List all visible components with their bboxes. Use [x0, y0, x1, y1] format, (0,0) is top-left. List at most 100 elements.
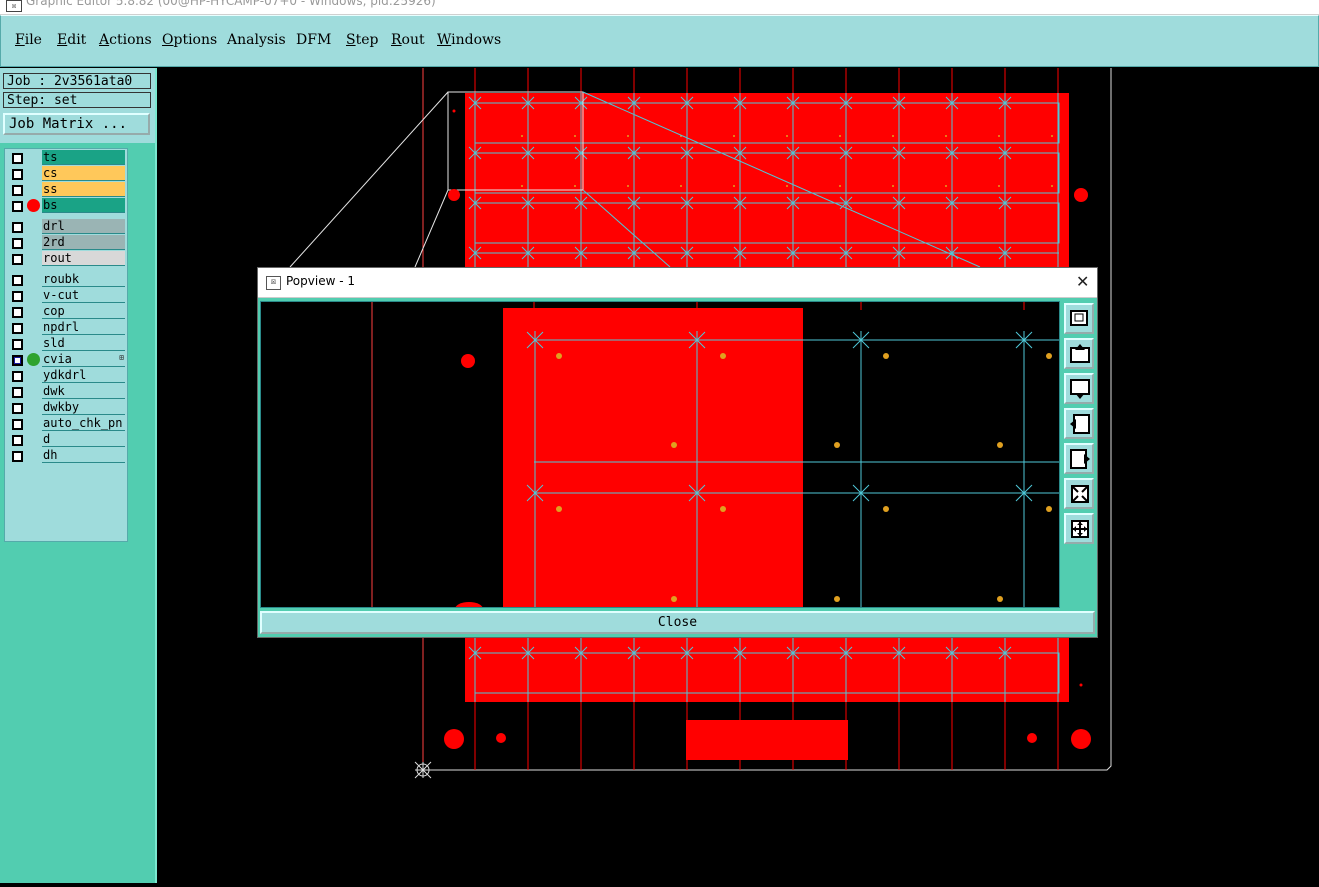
popview-app-icon: ☒	[266, 276, 281, 290]
layer-checkbox[interactable]	[12, 323, 23, 334]
pad-dot	[521, 135, 523, 137]
tooling-hole	[496, 733, 506, 743]
layer-row-bs[interactable]: bs	[7, 198, 126, 213]
window-titlebar: ☒ Graphic Editor 5.8.82 (00@HP-HYCAMP-07…	[0, 0, 1319, 15]
layer-row-drl[interactable]: drl	[7, 219, 126, 234]
layer-row-npdrl[interactable]: npdrl	[7, 320, 126, 335]
layer-checkbox[interactable]	[12, 403, 23, 414]
popview-titlebar[interactable]: ☒ Popview - 1 ✕	[258, 268, 1097, 298]
app-icon: ☒	[6, 0, 22, 12]
layer-name[interactable]: ydkdrl	[42, 368, 125, 383]
layer-name[interactable]: dwk	[42, 384, 125, 399]
layer-row-rout[interactable]: rout	[7, 251, 126, 266]
zoomed-pad-dot	[834, 596, 840, 602]
layer-checkbox[interactable]	[12, 153, 23, 164]
layer-name[interactable]: npdrl	[42, 320, 125, 335]
layer-checkbox[interactable]	[12, 275, 23, 286]
pan-left-icon	[1070, 414, 1090, 434]
pad-dot	[574, 135, 576, 137]
layer-row-ydkdrl[interactable]: ydkdrl	[7, 368, 126, 383]
layer-row-v-cut[interactable]: v-cut	[7, 288, 126, 303]
layer-name[interactable]: dwkby	[42, 400, 125, 415]
layer-row-dwkby[interactable]: dwkby	[7, 400, 126, 415]
popview-canvas[interactable]	[260, 301, 1060, 608]
layer-checkbox[interactable]	[12, 222, 23, 233]
menu-options[interactable]: Options	[162, 32, 217, 48]
layer-name[interactable]: sld	[42, 336, 125, 351]
layer-checkbox[interactable]	[12, 387, 23, 398]
pad-dot	[1051, 185, 1053, 187]
layer-name[interactable]: cs	[42, 166, 125, 181]
pan-down-button[interactable]	[1064, 373, 1094, 404]
zoom-window-button[interactable]	[1064, 303, 1094, 334]
layer-checkbox[interactable]	[12, 355, 23, 366]
zoom-in-icon	[1071, 520, 1089, 538]
pad-dot	[839, 185, 841, 187]
layer-row-cvia[interactable]: cvia ⊞	[7, 352, 126, 367]
layer-row-d[interactable]: d	[7, 432, 126, 447]
layer-name[interactable]: cop	[42, 304, 125, 319]
layer-row-cs[interactable]: cs	[7, 166, 126, 181]
layer-checkbox[interactable]	[12, 254, 23, 265]
layer-row-ss[interactable]: ss	[7, 182, 126, 197]
layer-name[interactable]: ts	[42, 150, 125, 165]
menu-edit[interactable]: Edit	[57, 32, 86, 48]
layer-row-ts[interactable]: ts	[7, 150, 126, 165]
menu-dfm[interactable]: DFM	[296, 32, 331, 48]
job-matrix-button[interactable]: Job Matrix ...	[3, 113, 150, 135]
layer-list: ts cs ss bs drl 2rd rout roubk v-cut cop npdrl sld c…	[4, 148, 128, 542]
pad-dot	[680, 185, 682, 187]
layer-row-roubk[interactable]: roubk	[7, 272, 126, 287]
menu-rout[interactable]: Rout	[391, 32, 425, 48]
display-layer-indicator-icon	[27, 353, 40, 366]
popview-close-icon[interactable]: ✕	[1076, 272, 1089, 291]
layer-name[interactable]: bs	[42, 198, 125, 213]
close-button[interactable]: Close	[260, 611, 1095, 634]
layer-name[interactable]: d	[42, 432, 125, 447]
zoomed-pad-dot	[997, 442, 1003, 448]
layer-checkbox[interactable]	[12, 419, 23, 430]
pan-left-button[interactable]	[1064, 408, 1094, 439]
layer-row-auto-chk-pn[interactable]: auto_chk_pn	[7, 416, 126, 431]
menu-analysis[interactable]: Analysis	[227, 32, 286, 48]
layer-checkbox[interactable]	[12, 307, 23, 318]
zoom-in-button[interactable]	[1064, 513, 1094, 544]
layer-name[interactable]: rout	[42, 251, 125, 266]
layer-name[interactable]: 2rd	[42, 235, 125, 250]
layer-name[interactable]: v-cut	[42, 288, 125, 303]
layer-name[interactable]: dh	[42, 448, 125, 463]
layer-row-dwk[interactable]: dwk	[7, 384, 126, 399]
layer-row-cop[interactable]: cop	[7, 304, 126, 319]
popview-zoomed-board[interactable]	[261, 302, 1059, 607]
menu-step[interactable]: Step	[346, 32, 378, 48]
menu-file[interactable]: File	[15, 32, 42, 48]
layer-row-sld[interactable]: sld	[7, 336, 126, 351]
menu-bar: File Edit Actions Options Analysis DFM S…	[0, 15, 1319, 67]
layer-row-dh[interactable]: dh	[7, 448, 126, 463]
pan-up-icon	[1070, 344, 1090, 363]
layer-row-2rd[interactable]: 2rd	[7, 235, 126, 250]
menu-windows[interactable]: Windows	[437, 32, 501, 48]
menu-actions[interactable]: Actions	[99, 32, 152, 48]
layer-name[interactable]: roubk	[42, 272, 125, 287]
layer-checkbox[interactable]	[12, 238, 23, 249]
layer-checkbox[interactable]	[12, 291, 23, 302]
layer-checkbox[interactable]	[12, 185, 23, 196]
layer-checkbox[interactable]	[12, 339, 23, 350]
layer-name[interactable]: drl	[42, 219, 125, 234]
pad-dot	[998, 185, 1000, 187]
layer-name[interactable]: ss	[42, 182, 125, 197]
red-panel-top	[465, 93, 1069, 267]
layer-checkbox[interactable]	[12, 435, 23, 446]
zoomed-pad-dot	[556, 506, 562, 512]
zoom-out-button[interactable]	[1064, 478, 1094, 509]
pan-right-button[interactable]	[1064, 443, 1094, 474]
layer-checkbox[interactable]	[12, 451, 23, 462]
layer-name[interactable]: cvia	[42, 352, 125, 367]
layer-checkbox[interactable]	[12, 371, 23, 382]
layer-name[interactable]: auto_chk_pn	[42, 416, 125, 431]
layer-checkbox[interactable]	[12, 169, 23, 180]
layer-checkbox[interactable]	[12, 201, 23, 212]
pan-up-button[interactable]	[1064, 338, 1094, 369]
pad-dot	[786, 185, 788, 187]
